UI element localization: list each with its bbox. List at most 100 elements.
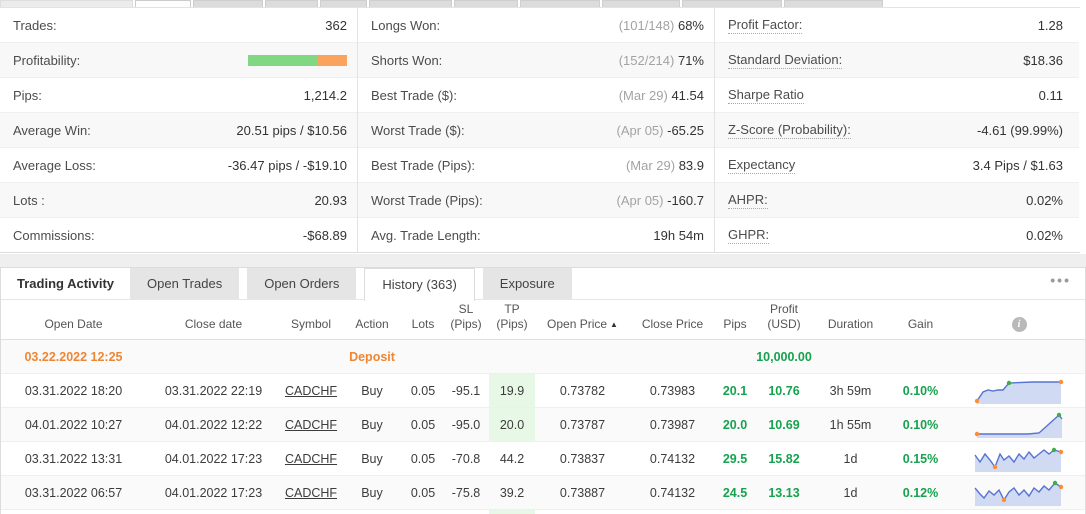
top-tab[interactable] <box>682 0 782 7</box>
trade-sparkline <box>974 379 1064 404</box>
table-row: 03.31.2022 06:57 04.01.2022 17:23 CADCHF… <box>1 476 1085 510</box>
cell-gain: 0.12% <box>902 486 939 500</box>
cell-open-price: 0.73837 <box>559 452 606 466</box>
stat-label: Sharpe Ratio <box>728 86 804 104</box>
tab-exposure[interactable]: Exposure <box>482 268 572 299</box>
stat-label: Best Trade (Pips): <box>371 157 476 173</box>
symbol-link[interactable]: CADCHF <box>285 486 337 500</box>
cell-duration: 1d <box>843 452 858 466</box>
stat-value: 1,214.2 <box>303 87 347 103</box>
stats-column-2: Longs Won: (101/148) 68% Shorts Won: (15… <box>357 8 714 252</box>
cell-sparkline <box>953 476 1085 509</box>
symbol-link[interactable]: CADCHF <box>285 418 337 432</box>
cell-tp: 19.9 <box>489 374 535 407</box>
stat-row-profit-factor: Profit Factor: 1.28 <box>715 8 1079 43</box>
stat-label: Trades: <box>13 17 57 33</box>
top-tab[interactable] <box>784 0 883 7</box>
header-lots[interactable]: Lots <box>403 300 443 339</box>
stat-value: -$68.89 <box>302 228 347 243</box>
header-pips[interactable]: Pips <box>715 300 755 339</box>
cell-lots: 0.05 <box>410 418 436 432</box>
stat-value: (101/148) 68% <box>619 18 704 33</box>
cell-tp: 44.2 <box>499 452 525 466</box>
stats-column-1: Trades: 362 Profitability: Pips: 1,214.2… <box>0 8 357 252</box>
tab-history[interactable]: History (363) <box>364 268 475 301</box>
cell-action: Buy <box>361 486 383 500</box>
stat-value-main: 68% <box>677 17 704 33</box>
cell-lots: 0.05 <box>410 486 436 500</box>
header-sl-pips[interactable]: SL (Pips) <box>443 300 489 339</box>
stat-label: Best Trade ($): <box>371 87 457 103</box>
cell-open-price: 0.73887 <box>559 486 606 500</box>
table-header-row: Open Date Close date Symbol Action Lots … <box>1 300 1085 340</box>
symbol-link[interactable]: CADCHF <box>285 452 337 466</box>
cell-close-price: 0.73987 <box>649 418 696 432</box>
top-tab[interactable] <box>265 0 318 7</box>
top-tab[interactable] <box>369 0 452 7</box>
top-tab[interactable] <box>193 0 263 7</box>
stat-note: (101/148) <box>618 17 675 33</box>
stat-note: (152/214) <box>618 52 675 68</box>
trading-activity-panel: Trading Activity Open Trades Open Orders… <box>0 267 1086 514</box>
more-menu-icon[interactable]: ••• <box>1050 272 1071 288</box>
cell-open-price: 0.73782 <box>559 384 606 398</box>
cell-pips: 24.5 <box>722 486 748 500</box>
stat-value: $18.36 <box>1023 52 1063 68</box>
header-action[interactable]: Action <box>341 300 403 339</box>
deposit-row: 03.22.2022 12:25 Deposit 10,000.00 <box>1 340 1085 374</box>
top-tab[interactable] <box>320 0 367 7</box>
stat-label: Worst Trade ($): <box>371 122 465 138</box>
header-duration[interactable]: Duration <box>813 300 888 339</box>
top-tab[interactable] <box>454 0 518 7</box>
cell-symbol: CADCHF <box>281 442 341 475</box>
cell-close-date: 04.01.2022 17:23 <box>164 452 263 466</box>
top-tab[interactable] <box>520 0 600 7</box>
header-close-price[interactable]: Close Price <box>630 300 715 339</box>
table-row: 03.31.2022 13:31 04.01.2022 17:23 CADCHF… <box>1 442 1085 476</box>
header-symbol[interactable]: Symbol <box>281 300 341 339</box>
table-row: 04.01.2022 10:27 04.01.2022 12:22 CADCHF… <box>1 408 1085 442</box>
stat-row-standard-deviation: Standard Deviation: $18.36 <box>715 43 1079 78</box>
tab-open-orders[interactable]: Open Orders <box>247 268 357 299</box>
stats-section: Trades: 362 Profitability: Pips: 1,214.2… <box>0 7 1080 253</box>
header-profit-usd[interactable]: Profit (USD) <box>755 300 813 339</box>
info-icon[interactable]: i <box>1011 317 1027 332</box>
cell-close-date: 04.01.2022 17:23 <box>164 486 263 500</box>
stat-value: 20.51 pips / $10.56 <box>236 122 347 138</box>
cell-close-price: 0.74132 <box>649 486 696 500</box>
stat-label: Average Loss: <box>13 157 96 173</box>
stat-value: 19h 54m <box>653 228 704 243</box>
header-tp-pips[interactable]: TP (Pips) <box>489 300 535 339</box>
stat-value: (152/214) 71% <box>619 53 704 68</box>
cell-open-date: 03.31.2022 13:31 <box>24 452 123 466</box>
cell-pips: 20.1 <box>722 384 748 398</box>
stat-label: AHPR: <box>728 191 768 209</box>
header-open-price[interactable]: Open Price ▲ <box>535 300 630 339</box>
header-open-date[interactable]: Open Date <box>1 300 146 339</box>
cell-pips: 20.0 <box>722 418 748 432</box>
cell-open-date: 04.01.2022 10:27 <box>24 418 123 432</box>
top-tab[interactable] <box>602 0 680 7</box>
deposit-amount: 10,000.00 <box>756 350 812 364</box>
header-close-date[interactable]: Close date <box>146 300 281 339</box>
cell-tp: 39.2 <box>499 486 525 500</box>
cell-duration: 1h 55m <box>829 418 872 432</box>
cell-action: Buy <box>361 384 383 398</box>
stat-row-average-win: Average Win: 20.51 pips / $10.56 <box>0 113 357 148</box>
top-tab-active[interactable] <box>135 0 191 7</box>
symbol-link[interactable]: CADCHF <box>285 384 337 398</box>
stat-label: Profit Factor: <box>728 16 803 34</box>
cell-pips: 29.5 <box>722 452 748 466</box>
header-chart: i <box>953 300 1085 339</box>
stat-row-sharpe-ratio: Sharpe Ratio 0.11 <box>715 78 1079 113</box>
cell-profit: 10.76 <box>768 384 800 398</box>
cell-close-price: 0.73983 <box>649 384 696 398</box>
stat-value-main: 83.9 <box>678 157 704 173</box>
cell-open-date: 03.31.2022 06:57 <box>24 486 123 500</box>
tab-open-trades[interactable]: Open Trades <box>130 268 240 299</box>
header-gain[interactable]: Gain <box>888 300 953 339</box>
stat-value: 20.93 <box>314 192 347 208</box>
top-tab[interactable] <box>0 0 133 7</box>
stat-row-pips: Pips: 1,214.2 <box>0 78 357 113</box>
cell-action: Buy <box>361 418 383 432</box>
